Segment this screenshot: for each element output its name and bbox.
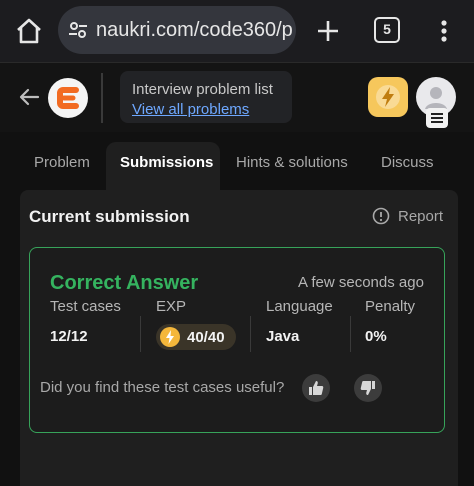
bolt-icon — [376, 85, 400, 109]
tab-submissions[interactable]: Submissions — [120, 154, 213, 171]
code360-logo[interactable] — [48, 78, 88, 118]
hamburger-icon[interactable] — [426, 108, 448, 128]
bolt-icon — [160, 327, 180, 347]
tab-hints-solutions[interactable]: Hints & solutions — [236, 154, 348, 171]
tab-bar: Problem Submissions Hints & solutions Di… — [0, 132, 474, 192]
thumbs-down-button[interactable] — [354, 374, 382, 402]
exp-badge: 40/40 — [156, 324, 236, 350]
report-button[interactable]: Report — [398, 208, 443, 225]
plus-icon[interactable] — [313, 16, 343, 46]
header-divider — [101, 73, 103, 123]
column-divider — [250, 316, 251, 352]
panel-title: Current submission — [29, 207, 190, 226]
view-all-problems-link[interactable]: View all problems — [132, 101, 249, 118]
status-text: Correct Answer — [50, 272, 199, 294]
exp-value: 40/40 — [187, 329, 225, 346]
tab-switcher-button[interactable]: 5 — [374, 17, 400, 43]
arrow-left-icon[interactable] — [18, 85, 40, 109]
problem-list-card[interactable]: Interview problem list View all problems — [120, 71, 292, 123]
result-card: Correct Answer A few seconds ago Test ca… — [29, 247, 445, 433]
submission-panel: Current submission Report Correct Answer… — [20, 190, 458, 486]
feedback-question: Did you find these test cases useful? — [40, 379, 285, 396]
tab-discuss[interactable]: Discuss — [381, 154, 434, 171]
info-icon[interactable] — [372, 207, 390, 225]
test-cases-label: Test cases — [50, 298, 121, 315]
more-vert-icon[interactable] — [434, 16, 454, 46]
app-header: Interview problem list View all problems — [0, 62, 474, 132]
exp-label: EXP — [156, 298, 187, 315]
submission-time: A few seconds ago — [298, 274, 424, 291]
streak-button[interactable] — [368, 77, 408, 117]
language-value: Java — [266, 328, 300, 345]
language-label: Language — [266, 298, 333, 315]
thumbs-up-icon — [309, 381, 324, 395]
address-bar[interactable]: naukri.com/code360/p — [58, 6, 296, 54]
column-divider — [140, 316, 141, 352]
home-icon[interactable] — [14, 16, 44, 46]
thumbs-down-icon — [360, 381, 375, 395]
browser-toolbar: naukri.com/code360/p 5 — [0, 0, 474, 62]
tune-icon[interactable] — [68, 20, 88, 40]
tab-problem[interactable]: Problem — [34, 154, 90, 171]
thumbs-up-button[interactable] — [302, 374, 330, 402]
penalty-value: 0% — [365, 328, 387, 345]
penalty-label: Penalty — [365, 298, 416, 315]
problem-list-title: Interview problem list — [132, 81, 273, 98]
column-divider — [350, 316, 351, 352]
test-cases-value: 12/12 — [50, 328, 88, 345]
url-text[interactable]: naukri.com/code360/p — [96, 18, 292, 42]
